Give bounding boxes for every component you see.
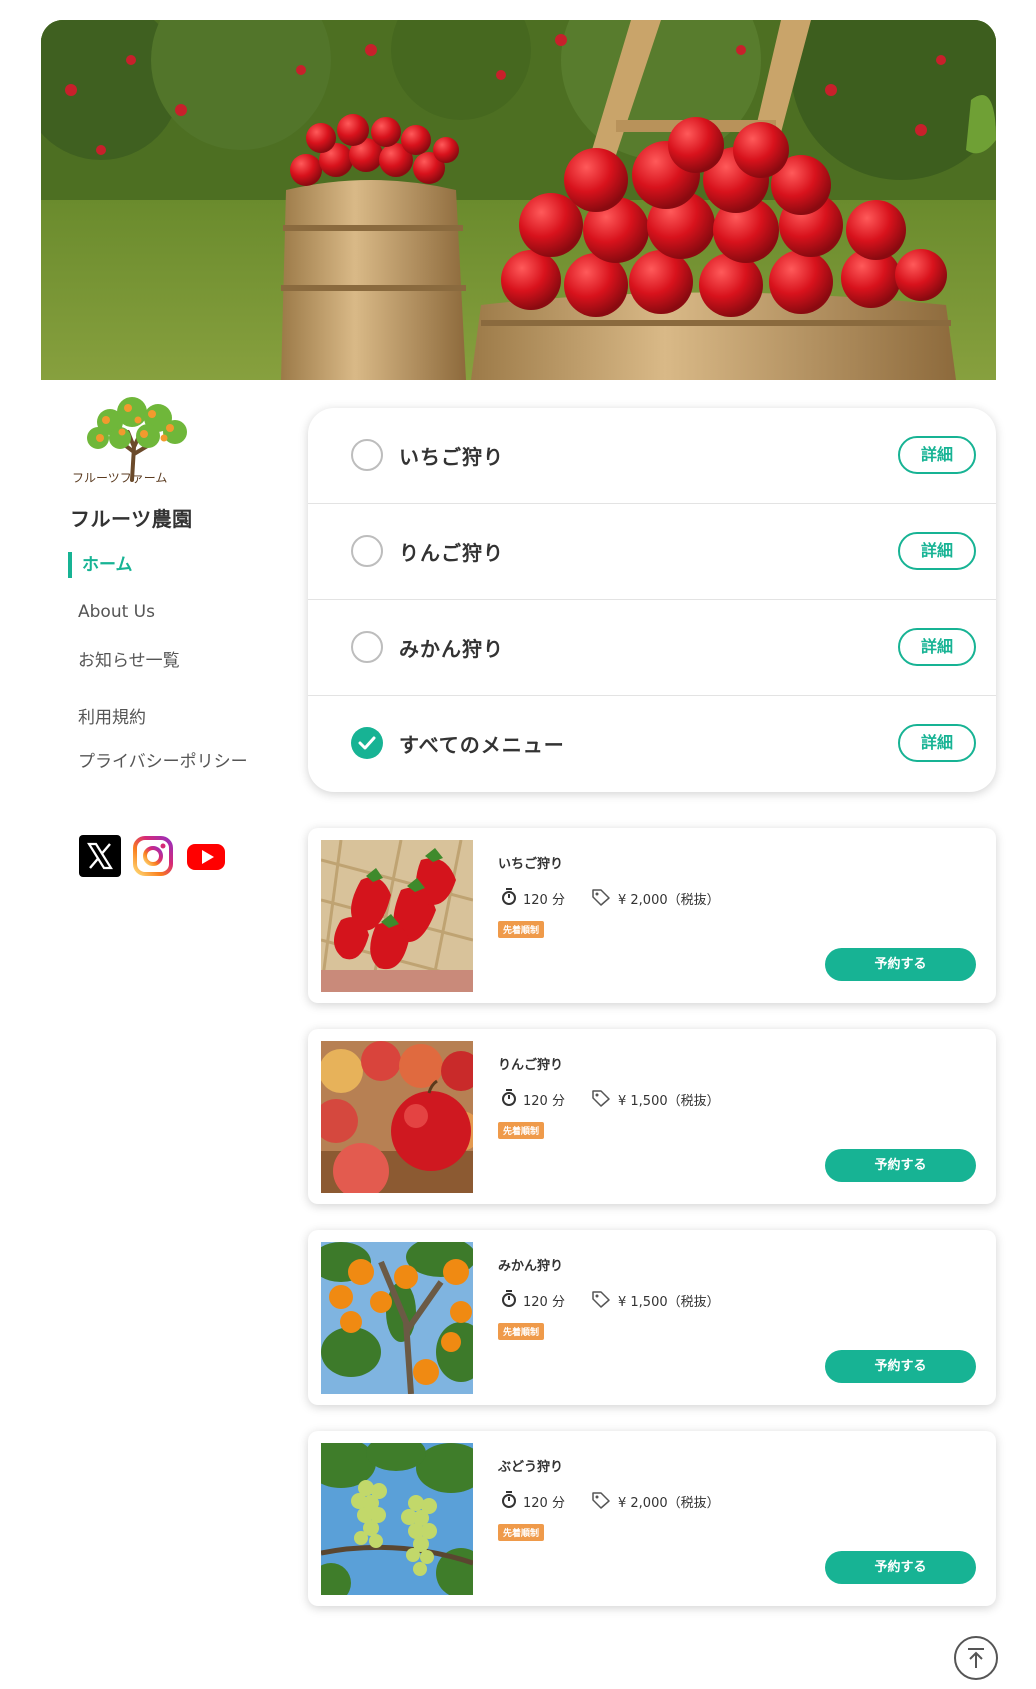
status-badge: 先着順制 — [498, 1122, 545, 1139]
tour-card: りんご狩り 120 分 ¥ 1,500（税抜） 先着順制 予約する — [308, 1029, 996, 1204]
reserve-button[interactable]: 予約する — [825, 948, 976, 981]
status-badge: 先着順制 — [498, 1524, 545, 1541]
logo-text: フルーツファーム — [72, 471, 167, 485]
tour-card: みかん狩り 120 分 ¥ 1,500（税抜） 先着順制 予約する — [308, 1230, 996, 1405]
filter-option-apple[interactable]: りんご狩り 詳細 — [308, 504, 996, 600]
price-tag-icon — [592, 1291, 610, 1308]
back-to-top-button[interactable] — [954, 1636, 998, 1680]
detail-button[interactable]: 詳細 — [898, 628, 976, 666]
nav-news[interactable]: お知らせ一覧 — [78, 646, 180, 671]
tour-price: ¥ 1,500（税抜） — [618, 1295, 720, 1310]
status-badge: 先着順制 — [498, 1323, 545, 1340]
tour-price: ¥ 1,500（税抜） — [618, 1094, 720, 1109]
tour-title: ぶどう狩り — [498, 1460, 564, 1475]
filter-label: みかん狩り — [399, 637, 504, 661]
detail-button[interactable]: 詳細 — [898, 532, 976, 570]
strawberry-image — [321, 840, 473, 992]
price-tag-icon — [592, 1492, 610, 1509]
youtube-icon[interactable] — [185, 835, 227, 877]
detail-button[interactable]: 詳細 — [898, 436, 976, 474]
nav-about[interactable]: About Us — [78, 602, 155, 622]
mandarin-image — [321, 1242, 473, 1394]
reserve-button[interactable]: 予約する — [825, 1551, 976, 1584]
tour-duration: 120 分 — [523, 1496, 565, 1511]
check-icon — [358, 736, 376, 750]
tour-title: いちご狩り — [498, 857, 564, 872]
grape-image — [321, 1443, 473, 1595]
tour-title: りんご狩り — [498, 1058, 564, 1073]
hero-image — [41, 20, 996, 380]
price-tag-icon — [592, 1090, 610, 1107]
arrow-up-icon — [968, 1648, 984, 1668]
tour-price: ¥ 2,000（税抜） — [618, 1496, 720, 1511]
tour-duration: 120 分 — [523, 1295, 565, 1310]
timer-icon — [502, 1491, 516, 1508]
radio-button[interactable] — [351, 535, 383, 567]
status-badge: 先着順制 — [498, 921, 545, 938]
timer-icon — [502, 1089, 516, 1106]
timer-icon — [502, 1290, 516, 1307]
filter-label: すべてのメニュー — [399, 733, 565, 757]
apple-image — [321, 1041, 473, 1193]
detail-button[interactable]: 詳細 — [898, 724, 976, 762]
x-icon[interactable] — [79, 835, 121, 877]
radio-button[interactable] — [351, 631, 383, 663]
site-logo[interactable]: フルーツファーム — [70, 392, 200, 492]
tour-card: いちご狩り 120 分 ¥ 2,000（税抜） 先着順制 予約する — [308, 828, 996, 1003]
nav-home[interactable]: ホーム — [68, 552, 133, 578]
tour-duration: 120 分 — [523, 1094, 565, 1109]
filter-option-mandarin[interactable]: みかん狩り 詳細 — [308, 600, 996, 696]
filter-option-strawberry[interactable]: いちご狩り 詳細 — [308, 408, 996, 504]
radio-button[interactable] — [351, 439, 383, 471]
menu-filter: いちご狩り 詳細 りんご狩り 詳細 みかん狩り 詳細 すべてのメニュー 詳細 — [308, 408, 996, 792]
price-tag-icon — [592, 889, 610, 906]
filter-option-all[interactable]: すべてのメニュー 詳細 — [308, 696, 996, 792]
tour-title: みかん狩り — [498, 1259, 564, 1274]
instagram-icon[interactable] — [132, 835, 174, 877]
reserve-button[interactable]: 予約する — [825, 1350, 976, 1383]
nav-terms[interactable]: 利用規約 — [78, 703, 146, 728]
site-title[interactable]: フルーツ農園 — [70, 503, 193, 532]
radio-button-checked[interactable] — [351, 727, 383, 759]
timer-icon — [502, 888, 516, 905]
tour-price: ¥ 2,000（税抜） — [618, 893, 720, 908]
nav-privacy[interactable]: プライバシーポリシー — [78, 747, 248, 772]
tour-card: ぶどう狩り 120 分 ¥ 2,000（税抜） 先着順制 予約する — [308, 1431, 996, 1606]
reserve-button[interactable]: 予約する — [825, 1149, 976, 1182]
filter-label: りんご狩り — [399, 541, 504, 565]
filter-label: いちご狩り — [399, 445, 504, 469]
tour-duration: 120 分 — [523, 893, 565, 908]
